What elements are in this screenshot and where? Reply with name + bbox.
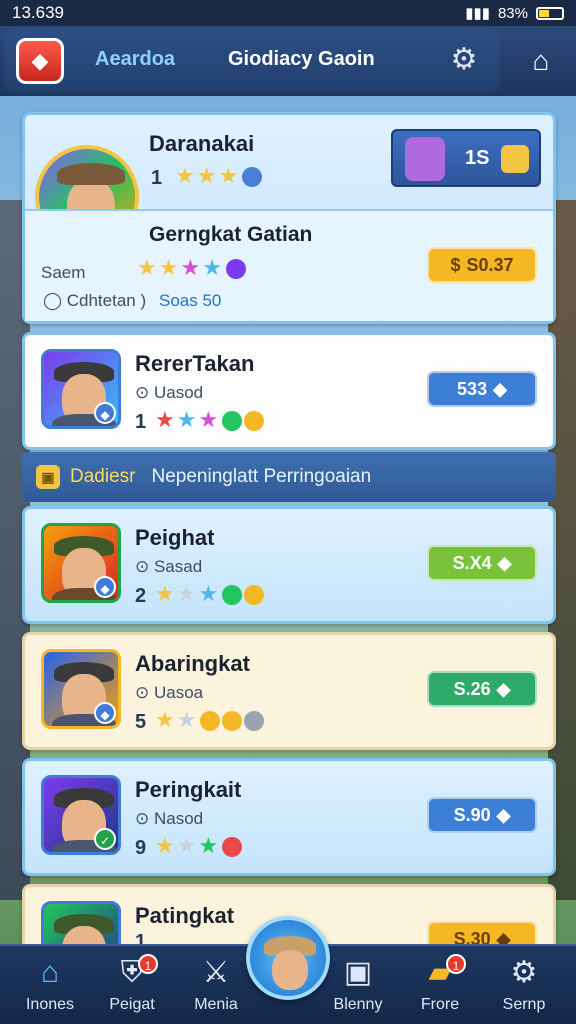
featured-rank: 1 [151, 167, 163, 189]
reward-count: 1S [465, 147, 490, 169]
nav-home[interactable]: ⌂ Inones [10, 954, 90, 1014]
top-header: ◆ Aeardoa Giodiacy Gaoin ⚙ ⌂ [0, 26, 576, 96]
nav-menia[interactable]: ⚔ Menia [176, 954, 256, 1014]
status-icons: ▮▮▮ 83% [465, 4, 564, 22]
notification-badge: 1 [138, 954, 158, 974]
player-price-button[interactable]: S.X4 ◆ [427, 545, 537, 581]
signal-icon: ▮▮▮ [465, 5, 490, 22]
nav-sernp-label: Sernp [502, 996, 546, 1013]
player-star-rating: ★★★ [155, 581, 265, 607]
player-rank: 1 [135, 411, 147, 433]
featured-meta-left: ◯ Cdhtetan ) [43, 291, 147, 310]
player-card[interactable]: ◆ RererTakan ⊙ Uasod 1 ★★★ 533 ◆ [22, 332, 556, 450]
player-subtitle: ⊙ Uasod [135, 383, 204, 402]
diamond-icon: ◆ [31, 48, 49, 73]
featured-subtitle: Gerngkat Gatian [149, 223, 313, 246]
section-title: Nepeninglatt Perringoaian [151, 466, 372, 487]
battery-icon [536, 6, 564, 20]
featured-meta-right: Soas 50 [159, 291, 222, 310]
nav-peigat[interactable]: ⛨ 1 Peigat [92, 954, 172, 1014]
tab-aeardoa[interactable]: Aeardoa [95, 48, 175, 71]
nav-frore-label: Frore [420, 996, 460, 1013]
nav-frore[interactable]: ▰ 1 Frore [400, 954, 480, 1014]
box-icon: ▣ [343, 956, 373, 989]
player-star-rating: ★★★ [155, 833, 243, 859]
player-price-button[interactable]: S.90 ◆ [427, 797, 537, 833]
player-avatar: ✓ [41, 775, 121, 855]
featured-reward-box[interactable]: 1S [391, 129, 541, 187]
player-card[interactable]: ✓ Peringkait ⊙ Nasod 9 ★★★ S.90 ◆ [22, 758, 556, 876]
player-star-rating: ★★ [155, 707, 265, 733]
section-label: Dadiesr [70, 466, 136, 487]
player-rank: 9 [135, 837, 147, 859]
nav-home-label: Inones [25, 996, 75, 1013]
chest-icon [405, 137, 445, 181]
player-rank: 5 [135, 711, 147, 733]
gem-icon: ◆ [496, 678, 511, 699]
featured-price-button[interactable]: $ S0.37 [427, 247, 537, 283]
player-star-rating: ★★★ [155, 407, 265, 433]
gem-icon: ◆ [493, 378, 507, 399]
player-rank: 2 [135, 585, 147, 607]
player-card[interactable]: ◆ Peighat ⊙ Sasad 2 ★★★ S.X4 ◆ [22, 506, 556, 624]
player-name: Peringkait [135, 777, 242, 802]
player-card[interactable]: ◆ Abaringkat ⊙ Uasoa 5 ★★ S.26 ◆ [22, 632, 556, 750]
player-name: Peighat [135, 525, 215, 550]
section-header: ▣ Dadiesr Nepeninglatt Perringoaian [22, 452, 556, 502]
battery-percent: 83% [497, 4, 528, 22]
notification-badge: 1 [446, 954, 466, 974]
nav-blenny-label: Blenny [333, 996, 383, 1013]
featured-label: Saem [41, 263, 86, 282]
featured-gem-row: ★★★★ [137, 255, 246, 281]
back-button[interactable]: ◆ [16, 38, 64, 84]
home-icon: ⌂ [40, 956, 60, 989]
nav-peigat-label: Peigat [109, 996, 155, 1013]
section-badge-icon: ▣ [36, 465, 60, 489]
gem-icon: ◆ [496, 804, 511, 825]
player-avatar: ◆ [41, 649, 121, 729]
gem-icon: ◆ [497, 552, 512, 573]
player-subtitle: ⊙ Nasod [135, 809, 204, 828]
player-price-button[interactable]: S.26 ◆ [427, 671, 537, 707]
gear-icon: ⚙ [510, 956, 538, 989]
status-time: 13.639 [12, 3, 64, 22]
featured-star-rating: ★★★ [175, 163, 263, 189]
featured-player-name: Daranakai [149, 131, 255, 156]
tab-giodiacy[interactable]: Giodiacy Gaoin [228, 48, 375, 71]
player-name: Patingkat [135, 903, 235, 928]
player-name: RererTakan [135, 351, 255, 376]
nav-sernp[interactable]: ⚙ Sernp [484, 954, 564, 1014]
camera-icon[interactable]: ⌂ [520, 42, 562, 80]
player-subtitle: ⊙ Uasoa [135, 683, 204, 702]
shield-coin-icon [501, 145, 529, 173]
featured-player-card[interactable]: Daranakai 1 ★★★ 1S Gerngkat Gatian ★★★★ … [22, 112, 556, 324]
nav-blenny[interactable]: ▣ Blenny [318, 954, 398, 1014]
player-avatar: ◆ [41, 523, 121, 603]
player-subtitle: ⊙ Sasad [135, 557, 203, 576]
settings-gear-icon[interactable]: ⚙ [446, 42, 482, 78]
bottom-navigation: ⌂ Inones ⛨ 1 Peigat ⚔ Menia ▣ Blenny ▰ 1… [0, 916, 576, 1024]
player-avatar: ◆ [41, 349, 121, 429]
leaderboard-list: Daranakai 1 ★★★ 1S Gerngkat Gatian ★★★★ … [22, 110, 556, 981]
player-name: Abaringkat [135, 651, 250, 676]
nav-menia-label: Menia [194, 996, 238, 1013]
player-price-button[interactable]: 533 ◆ [427, 371, 537, 407]
coin-icon: $ [450, 254, 461, 275]
sword-icon: ⚔ [202, 956, 230, 989]
status-bar: 13.639 ▮▮▮ 83% [0, 0, 576, 26]
